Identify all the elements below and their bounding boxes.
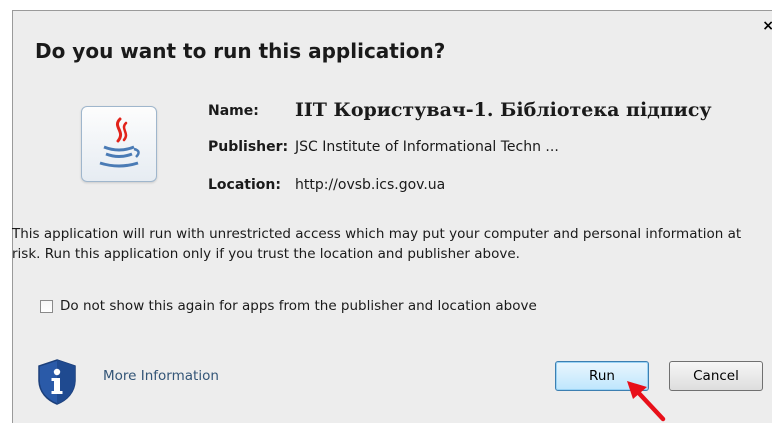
- do-not-show-label[interactable]: Do not show this again for apps from the…: [60, 298, 537, 314]
- close-button[interactable]: ×: [762, 19, 772, 33]
- do-not-show-checkbox[interactable]: [40, 299, 53, 313]
- location-value: http://ovsb.ics.gov.ua: [295, 177, 446, 193]
- cancel-button[interactable]: Cancel: [669, 361, 763, 391]
- red-arrow-icon: [623, 379, 673, 429]
- do-not-show-option: Do not show this again for apps from the…: [40, 298, 537, 314]
- cancel-button-label: Cancel: [693, 368, 739, 384]
- java-cup-icon: [81, 106, 157, 182]
- application-name: ІІТ Користувач-1. Бібліотека підпису: [295, 99, 712, 121]
- risk-warning-text: This application will run with unrestric…: [12, 226, 742, 262]
- publisher-value: JSC Institute of Informational Techn ...: [295, 139, 559, 155]
- name-row: Name: ІІТ Користувач-1. Бібліотека підпис…: [208, 99, 712, 121]
- run-button-label: Run: [589, 368, 615, 384]
- publisher-row: Publisher: JSC Institute of Informational…: [208, 139, 559, 155]
- shield-info-icon: [35, 358, 79, 406]
- publisher-label: Publisher:: [208, 139, 289, 155]
- more-information-link[interactable]: More Information: [103, 368, 219, 384]
- security-dialog: × Do you want to run this application? N…: [12, 10, 772, 423]
- location-label: Location:: [208, 177, 281, 193]
- location-row: Location: http://ovsb.ics.gov.ua: [208, 177, 445, 193]
- name-label: Name:: [208, 103, 259, 119]
- dialog-title: Do you want to run this application?: [35, 39, 446, 63]
